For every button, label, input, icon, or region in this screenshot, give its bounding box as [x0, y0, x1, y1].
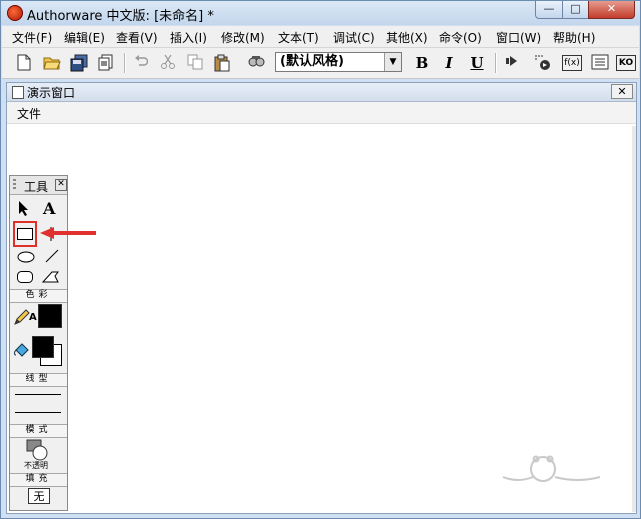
functions-icon[interactable]: f(x) — [562, 55, 582, 71]
presentation-title: 演示窗口 — [27, 86, 76, 100]
copy-icon[interactable] — [184, 52, 206, 74]
color-section-label: 色彩 — [10, 289, 67, 303]
foreground-color-swatch[interactable] — [32, 336, 54, 358]
pointer-tool-icon[interactable] — [18, 200, 30, 219]
rectangle-tool-icon[interactable] — [17, 228, 33, 243]
tools-close-button[interactable]: ✕ — [55, 179, 67, 191]
paste-icon[interactable] — [211, 52, 233, 74]
style-select[interactable]: (默认风格) ▼ — [275, 52, 402, 72]
tools-title-bar[interactable]: 工具 ✕ — [10, 176, 67, 195]
ellipse-tool-icon[interactable] — [17, 251, 35, 266]
bold-button[interactable]: B — [411, 52, 433, 74]
knowledge-objects-icon[interactable]: KO — [616, 55, 636, 71]
fill-bucket-icon[interactable] — [12, 342, 30, 363]
red-arrow-annotation-icon — [40, 227, 96, 239]
rounded-rectangle-tool-icon[interactable] — [17, 271, 33, 286]
text-color-swatch[interactable] — [38, 304, 62, 328]
menu-modify[interactable]: 修改(M) — [221, 29, 265, 46]
presentation-menu-file[interactable]: 文件 — [17, 105, 41, 122]
tools-title: 工具 — [24, 180, 49, 194]
toolbar-separator — [495, 53, 497, 73]
close-button[interactable]: ✕ — [588, 1, 635, 19]
presentation-close-button[interactable]: ✕ — [611, 84, 633, 99]
minimize-button[interactable]: — — [535, 1, 563, 19]
mode-value: 不透明 — [24, 461, 48, 470]
menu-file[interactable]: 文件(F) — [12, 29, 52, 46]
line-style-thin[interactable] — [15, 394, 61, 395]
menu-view[interactable]: 查看(V) — [116, 29, 158, 46]
presentation-menu-bar: 文件 — [7, 102, 636, 124]
presentation-title-bar: 演示窗口 ✕ — [7, 83, 636, 102]
menu-other[interactable]: 其他(X) — [386, 29, 428, 46]
italic-button[interactable]: I — [438, 52, 460, 74]
menu-window[interactable]: 窗口(W) — [496, 29, 541, 46]
fill-value-button[interactable]: 无 — [28, 488, 50, 504]
line-style-section-label: 线型 — [10, 373, 67, 387]
save-all-icon[interactable] — [68, 52, 90, 74]
text-tool-icon[interactable]: A — [43, 199, 55, 218]
document-icon — [12, 86, 24, 99]
menu-edit[interactable]: 编辑(E) — [64, 29, 105, 46]
line-style-option[interactable] — [15, 412, 61, 413]
open-icon[interactable] — [41, 52, 63, 74]
style-select-value: (默认风格) — [280, 54, 344, 69]
menu-commands[interactable]: 命令(O) — [439, 29, 482, 46]
fill-section-label: 填充 — [10, 473, 67, 487]
menu-debug[interactable]: 调试(C) — [333, 29, 375, 46]
import-icon[interactable] — [95, 52, 117, 74]
toolbar-separator — [124, 53, 126, 73]
run-icon[interactable] — [501, 52, 523, 74]
cut-icon[interactable] — [157, 52, 179, 74]
grip-icon[interactable] — [13, 179, 16, 191]
menu-bar: 文件(F) 编辑(E) 查看(V) 插入(I) 修改(M) 文本(T) 调试(C… — [2, 26, 639, 48]
chevron-down-icon[interactable]: ▼ — [384, 53, 401, 71]
mode-section-label: 模式 — [10, 424, 67, 438]
pen-color-letter: A — [29, 312, 37, 323]
right-scroll-strip — [632, 126, 636, 512]
find-icon[interactable] — [245, 52, 267, 74]
baidu-watermark-icon — [502, 455, 601, 482]
new-icon[interactable] — [13, 52, 35, 74]
window-title: Authorware 中文版: [未命名] * — [27, 9, 214, 24]
undo-icon[interactable] — [130, 52, 152, 74]
app-window: Authorware 中文版: [未命名] * — □ ✕ 文件(F) 编辑(E… — [0, 0, 641, 519]
diagonal-line-tool-icon[interactable] — [45, 249, 59, 266]
underline-button[interactable]: U — [466, 52, 488, 74]
control-panel-icon[interactable] — [532, 52, 554, 74]
maximize-button[interactable]: □ — [562, 1, 589, 19]
menu-insert[interactable]: 插入(I) — [170, 29, 207, 46]
menu-help[interactable]: 帮助(H) — [553, 29, 595, 46]
menu-text[interactable]: 文本(T) — [278, 29, 319, 46]
authorware-logo-icon — [7, 5, 23, 21]
polygon-tool-icon[interactable] — [41, 271, 60, 286]
variables-icon[interactable] — [589, 52, 611, 74]
